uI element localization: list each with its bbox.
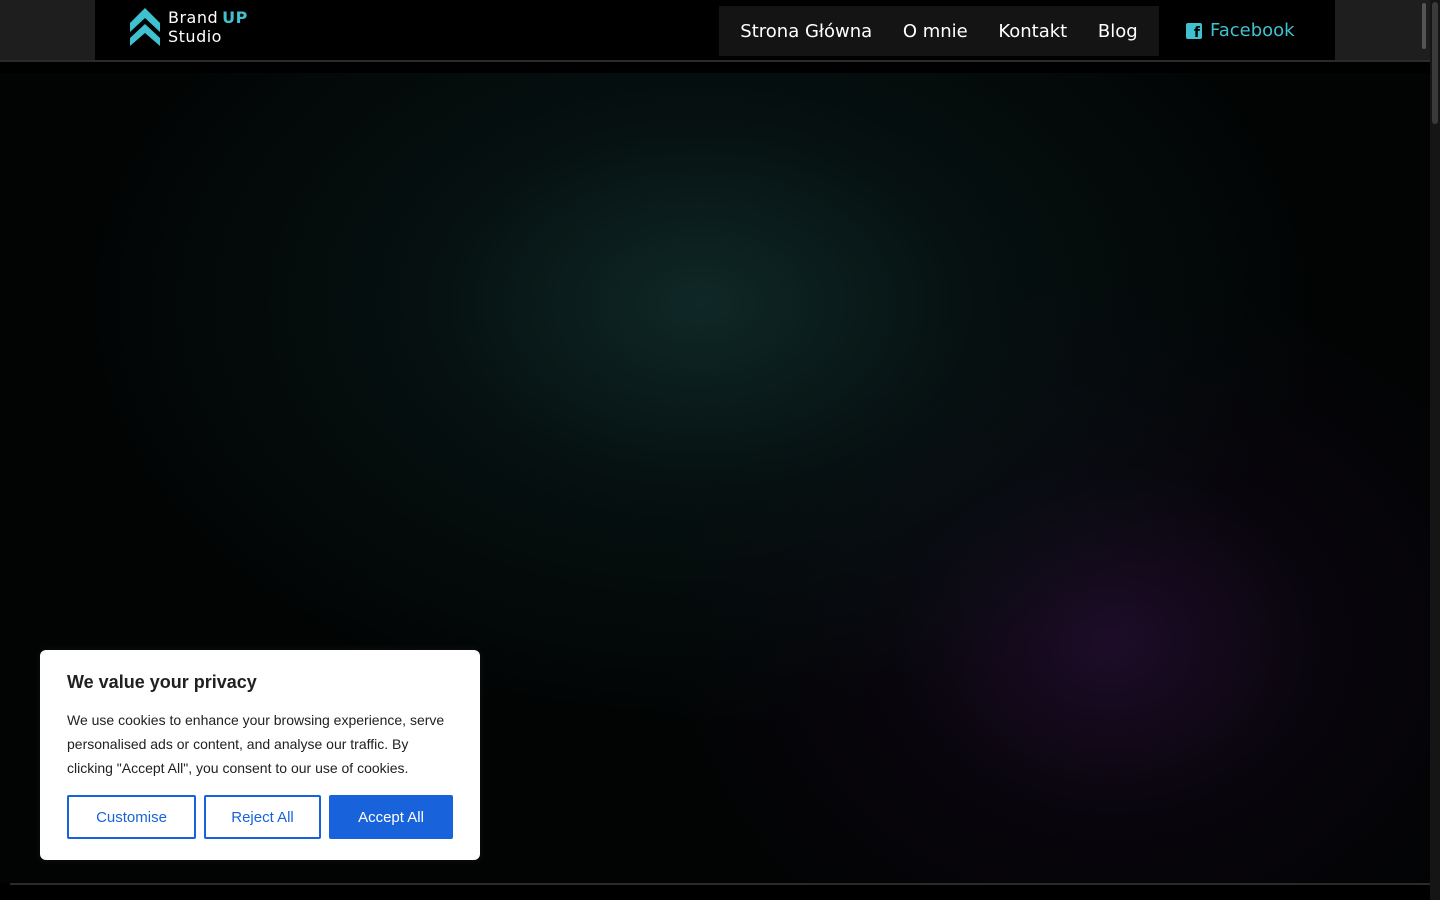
accept-all-button[interactable]: Accept All xyxy=(329,795,453,839)
header-divider xyxy=(1422,3,1426,49)
page-scrollbar[interactable] xyxy=(1430,0,1440,900)
cookie-consent-banner: We value your privacy We use cookies to … xyxy=(40,650,480,860)
section-divider xyxy=(10,883,1430,885)
site-header: Brand UP Studio Strona Główna O mnie Kont… xyxy=(0,0,1430,62)
nav-item-about[interactable]: O mnie xyxy=(903,21,968,42)
logo-text: Brand UP Studio xyxy=(168,8,248,46)
facebook-link[interactable]: Facebook xyxy=(1186,20,1295,41)
logo-studio: Studio xyxy=(168,27,222,46)
nav-item-blog[interactable]: Blog xyxy=(1098,21,1138,42)
facebook-icon xyxy=(1186,22,1202,41)
chevron-up-logo-icon xyxy=(130,8,160,46)
scrollbar-thumb[interactable] xyxy=(1432,2,1438,124)
main-nav: Strona Główna O mnie Kontakt Blog xyxy=(719,6,1159,56)
reject-all-button[interactable]: Reject All xyxy=(204,795,321,839)
nav-item-home[interactable]: Strona Główna xyxy=(740,21,872,42)
cookie-description: We use cookies to enhance your browsing … xyxy=(67,712,445,776)
logo-up: UP xyxy=(222,8,248,27)
facebook-label: Facebook xyxy=(1210,20,1295,41)
brand-logo[interactable]: Brand UP Studio xyxy=(130,7,248,47)
header-inner: Brand UP Studio Strona Główna O mnie Kont… xyxy=(95,0,1426,60)
customise-button[interactable]: Customise xyxy=(67,795,196,839)
nav-item-contact[interactable]: Kontakt xyxy=(998,21,1067,42)
cookie-title: We value your privacy xyxy=(67,672,257,692)
logo-brand: Brand xyxy=(168,8,219,27)
